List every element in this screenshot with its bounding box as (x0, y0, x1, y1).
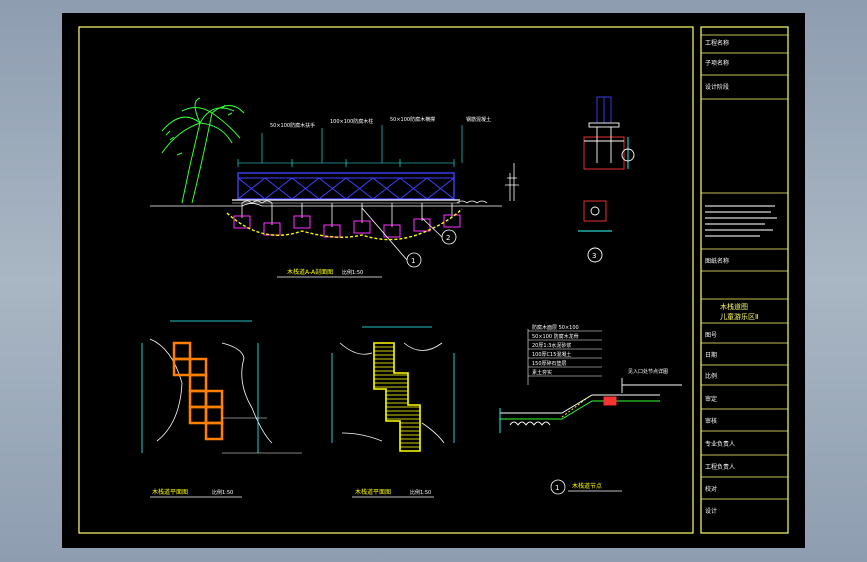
tb-row-12: 审定 (705, 395, 717, 403)
elevation-callouts: 50×100防腐木扶手 100×100防腐木柱 50×100防腐木横撑 钢筋混凝… (270, 116, 491, 129)
pier-footings (233, 214, 461, 238)
section-ground (499, 378, 682, 433)
slope-note: 见入口处节点详图 (628, 368, 668, 375)
tb-row-15: 工程负责人 (705, 463, 735, 471)
plan2-caption: 木栈道平面图 (355, 488, 391, 496)
tb-row-9: 图号 (705, 332, 717, 339)
callout-2: 100×100防腐木柱 (330, 118, 373, 125)
detail-marker-c-label: 3 (592, 252, 596, 260)
elevation-caption: 木栈道A-A剖面图 (287, 268, 333, 276)
layer-notes: 防腐木面层 50×100 50×100 防腐木龙骨 20厚1:3水泥砂浆 100… (532, 324, 579, 376)
layer-note-2: 50×100 防腐木龙骨 (532, 333, 579, 340)
palm-tree (161, 97, 245, 204)
tb-row-6: 图纸名称 (705, 257, 729, 265)
tb-row-2: 子项名称 (705, 59, 729, 67)
plan2-boardwalk (373, 342, 421, 452)
title-block-frame (700, 26, 789, 534)
layer-note-1: 防腐木面层 50×100 (532, 324, 579, 331)
tb-row-1: 工程名称 (705, 39, 729, 47)
layer-note-5: 150厚碎石垫层 (532, 360, 567, 367)
plan1-caption: 木栈道平面图 (152, 488, 188, 496)
cad-drawing: 工程名称 子项名称 设计阶段 图纸名称 木栈道图 儿童游乐区Ⅱ 图号 日期 比例… (78, 26, 789, 534)
tb-row-3: 设计阶段 (705, 83, 729, 91)
elevation-dimensions (237, 125, 463, 167)
layer-note-6: 素土夯实 (532, 369, 552, 376)
title-block-notes (705, 205, 777, 237)
section-caption: 木栈道节点 (572, 482, 602, 490)
detail-marker-elev (361, 207, 457, 268)
column-detail (578, 96, 635, 263)
callout-3: 50×100防腐木横撑 (390, 116, 435, 123)
title-block-text: 工程名称 子项名称 设计阶段 图纸名称 木栈道图 儿童游乐区Ⅱ 图号 日期 比例… (705, 39, 758, 515)
layer-note-3: 20厚1:3水泥砂浆 (532, 342, 571, 349)
drawing-sheet[interactable]: 工程名称 子项名称 设计阶段 图纸名称 木栈道图 儿童游乐区Ⅱ 图号 日期 比例… (62, 13, 805, 548)
tb-row-11: 比例 (705, 372, 717, 380)
boardwalk-railing (232, 172, 460, 204)
detail-marker-a-label: 1 (411, 257, 415, 265)
tb-row-14: 专业负责人 (705, 440, 735, 448)
tb-row-17: 设计 (705, 507, 717, 515)
detail-marker-b-label: 2 (446, 234, 450, 242)
tb-row-16: 校对 (705, 485, 717, 493)
section-marker: 1 (555, 484, 559, 492)
plan1-leaders (222, 417, 302, 454)
callout-1: 50×100防腐木扶手 (270, 122, 315, 129)
title-block (701, 34, 788, 500)
viewport-background: 工程名称 子项名称 设计阶段 图纸名称 木栈道图 儿童游乐区Ⅱ 图号 日期 比例… (0, 0, 867, 562)
tb-project-line2: 儿童游乐区Ⅱ (720, 312, 758, 321)
tb-project-line1: 木栈道图 (720, 302, 748, 311)
plan2-scale: 比例1:50 (410, 489, 431, 496)
tb-row-10: 日期 (705, 351, 717, 359)
drawing-frame (78, 26, 694, 534)
tb-row-13: 审核 (705, 417, 717, 425)
elevation-scale: 比例1:50 (342, 269, 363, 276)
layer-note-4: 100厚C15混凝土 (532, 351, 571, 358)
callout-4: 钢筋混凝土 (466, 116, 491, 123)
plan1-scale: 比例1:50 (212, 489, 233, 496)
water-line (226, 208, 463, 241)
